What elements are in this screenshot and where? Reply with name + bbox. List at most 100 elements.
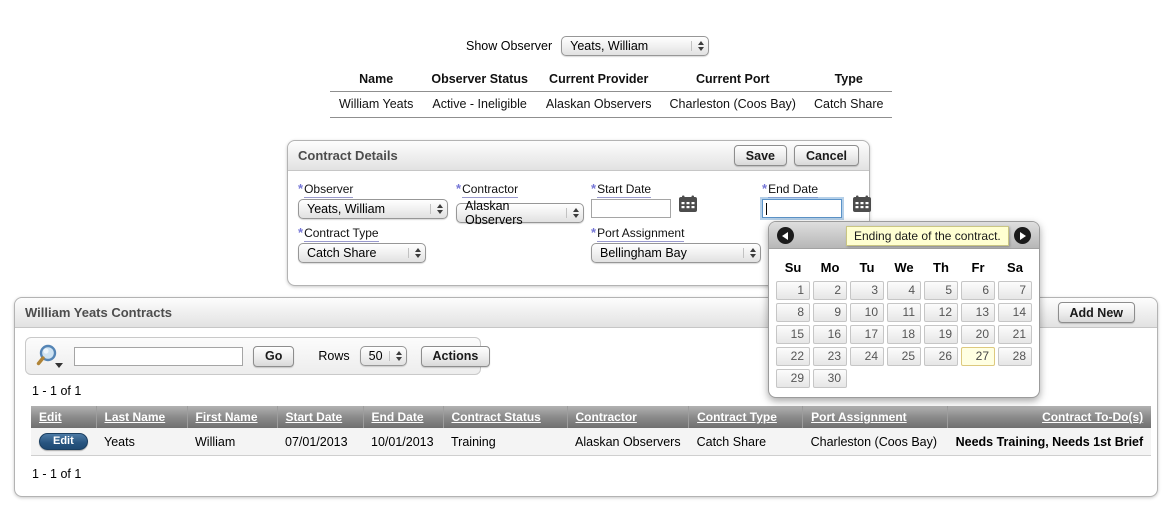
contracts-table-header-row: Edit Last Name First Name Start Date End… [31, 406, 1151, 428]
go-button[interactable]: Go [253, 346, 294, 367]
day-cell[interactable]: 28 [998, 347, 1032, 366]
day-cell-selected[interactable]: 27 [961, 347, 995, 366]
contractor-field-label: Contractor [462, 182, 518, 198]
day-cell[interactable]: 10 [850, 303, 884, 322]
sort-header-port-assignment[interactable]: Port Assignment [803, 406, 948, 428]
observer-field-label: Observer [304, 182, 353, 198]
day-cell[interactable]: 3 [850, 281, 884, 300]
day-cell[interactable]: 15 [776, 325, 810, 344]
date-picker-popup: Ending date of the contract. Su Mo Tu We… [768, 221, 1040, 398]
chevron-right-icon [1020, 232, 1026, 240]
text-cursor [766, 203, 767, 215]
day-cell[interactable]: 14 [998, 303, 1032, 322]
required-icon: * [591, 225, 596, 240]
rows-select[interactable]: 50 [360, 346, 407, 366]
day-cell[interactable]: 13 [961, 303, 995, 322]
rows-select-value: 50 [369, 349, 383, 363]
contractor-select[interactable]: Alaskan Observers [456, 203, 584, 223]
day-cell[interactable]: 7 [998, 281, 1032, 300]
day-cell[interactable]: 9 [813, 303, 847, 322]
day-cell[interactable]: 24 [850, 347, 884, 366]
required-icon: * [298, 225, 303, 240]
day-cell[interactable]: 22 [776, 347, 810, 366]
contract-details-header: Contract Details Save Cancel [288, 141, 869, 171]
column-header: Type [805, 68, 892, 92]
day-cell[interactable]: 17 [850, 325, 884, 344]
day-cell[interactable]: 12 [924, 303, 958, 322]
column-header: Name [330, 68, 422, 92]
day-cell[interactable]: 23 [813, 347, 847, 366]
column-header: Current Provider [537, 68, 661, 92]
weekday-label: Su [776, 256, 810, 278]
show-observer-value: Yeats, William [570, 39, 648, 53]
save-button[interactable]: Save [734, 145, 787, 166]
day-cell[interactable]: 25 [887, 347, 921, 366]
contractor-select-value: Alaskan Observers [465, 199, 560, 227]
contract-status-cell: Training [443, 428, 567, 456]
cell-observer-status: Active - Ineligible [422, 92, 537, 118]
end-date-input[interactable] [762, 199, 842, 218]
end-date-field-label: End Date [768, 182, 818, 198]
first-name-cell: William [187, 428, 277, 456]
search-column-icon[interactable] [36, 343, 64, 369]
show-observer-row: Show Observer Yeats, William [466, 36, 709, 56]
select-stepper-icon [430, 204, 443, 214]
day-cell[interactable]: 4 [887, 281, 921, 300]
show-observer-label: Show Observer [466, 39, 552, 53]
sort-header-last-name[interactable]: Last Name [96, 406, 187, 428]
show-observer-select[interactable]: Yeats, William [561, 36, 709, 56]
column-header: Observer Status [422, 68, 537, 92]
next-month-button[interactable] [1014, 227, 1031, 244]
sort-header-start-date[interactable]: Start Date [277, 406, 363, 428]
day-cell[interactable]: 16 [813, 325, 847, 344]
day-cell[interactable]: 18 [887, 325, 921, 344]
add-new-button[interactable]: Add New [1058, 302, 1135, 323]
contract-type-field-label: Contract Type [304, 226, 378, 242]
sort-header-contract-status[interactable]: Contract Status [443, 406, 567, 428]
day-cell[interactable]: 19 [924, 325, 958, 344]
day-cell[interactable]: 29 [776, 369, 810, 388]
port-assignment-field: *Port Assignment Bellingham Bay [591, 225, 761, 263]
observer-summary-row: William Yeats Active - Ineligible Alaska… [330, 92, 892, 118]
select-stepper-icon [389, 351, 402, 361]
sort-header-contract-type[interactable]: Contract Type [689, 406, 803, 428]
contract-type-select[interactable]: Catch Share [298, 243, 426, 263]
date-picker-header: Ending date of the contract. [769, 222, 1039, 249]
contracts-table: Edit Last Name First Name Start Date End… [31, 406, 1151, 456]
day-cell[interactable]: 8 [776, 303, 810, 322]
day-cell[interactable]: 5 [924, 281, 958, 300]
cancel-button[interactable]: Cancel [794, 145, 859, 166]
day-cell[interactable]: 20 [961, 325, 995, 344]
sort-header-first-name[interactable]: First Name [187, 406, 277, 428]
sort-header-edit[interactable]: Edit [31, 406, 96, 428]
required-icon: * [456, 181, 461, 196]
weekday-label: We [887, 256, 921, 278]
day-cell[interactable]: 21 [998, 325, 1032, 344]
port-assignment-select[interactable]: Bellingham Bay [591, 243, 761, 263]
sort-header-contractor[interactable]: Contractor [567, 406, 689, 428]
day-cell[interactable]: 6 [961, 281, 995, 300]
actions-button[interactable]: Actions [421, 346, 491, 367]
day-cell[interactable]: 11 [887, 303, 921, 322]
page: Show Observer Yeats, William Name Observ… [0, 0, 1172, 519]
report-search-input[interactable] [74, 347, 243, 366]
observer-select-value: Yeats, William [307, 202, 385, 216]
report-search-toolbar: Go Rows 50 Actions [25, 337, 481, 375]
end-date-calendar-icon[interactable] [852, 195, 872, 213]
day-cell[interactable]: 26 [924, 347, 958, 366]
day-cell[interactable]: 2 [813, 281, 847, 300]
previous-month-button[interactable] [777, 227, 794, 244]
start-date-input[interactable] [591, 199, 671, 218]
sort-header-contract-todos[interactable]: Contract To-Do(s) [948, 406, 1152, 428]
edit-button[interactable]: Edit [39, 433, 88, 450]
contractor-cell: Alaskan Observers [567, 428, 689, 456]
weekday-label: Sa [998, 256, 1032, 278]
table-row: Edit Yeats William 07/01/2013 10/01/2013… [31, 428, 1151, 456]
contract-type-select-value: Catch Share [307, 246, 376, 260]
sort-header-end-date[interactable]: End Date [363, 406, 443, 428]
observer-select[interactable]: Yeats, William [298, 199, 448, 219]
start-date-calendar-icon[interactable] [678, 195, 698, 213]
last-name-cell: Yeats [96, 428, 187, 456]
day-cell[interactable]: 30 [813, 369, 847, 388]
day-cell[interactable]: 1 [776, 281, 810, 300]
